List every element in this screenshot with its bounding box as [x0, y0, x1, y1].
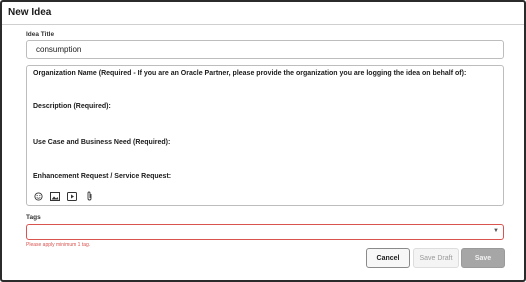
save-button[interactable]: Save	[461, 248, 505, 268]
attachment-icon[interactable]	[84, 191, 94, 201]
emoji-icon[interactable]	[33, 191, 43, 201]
editor-line-use-case: Use Case and Business Need (Required):	[33, 139, 171, 146]
save-draft-button[interactable]: Save Draft	[413, 248, 459, 268]
cancel-button[interactable]: Cancel	[366, 248, 410, 268]
dialog-header: New Idea	[2, 2, 524, 25]
idea-title-label: Idea Title	[26, 31, 55, 38]
idea-body-editor[interactable]: Organization Name (Required - If you are…	[26, 65, 504, 206]
editor-toolbar	[33, 191, 94, 201]
editor-line-organization: Organization Name (Required - If you are…	[33, 70, 467, 77]
chevron-down-icon: ▼	[493, 228, 499, 234]
image-icon[interactable]	[50, 191, 60, 201]
idea-title-input[interactable]: consumption	[26, 40, 504, 59]
tags-error-message: Please apply minimum 1 tag.	[26, 242, 91, 248]
tags-label: Tags	[26, 214, 41, 221]
dialog-title: New Idea	[8, 7, 52, 18]
editor-line-enhancement: Enhancement Request / Service Request:	[33, 173, 172, 180]
tags-select[interactable]: ▼	[26, 224, 504, 240]
new-idea-dialog: New Idea Idea Title consumption Organiza…	[0, 0, 526, 282]
video-icon[interactable]	[67, 191, 77, 201]
idea-title-value: consumption	[36, 45, 82, 54]
editor-line-description: Description (Required):	[33, 103, 111, 110]
